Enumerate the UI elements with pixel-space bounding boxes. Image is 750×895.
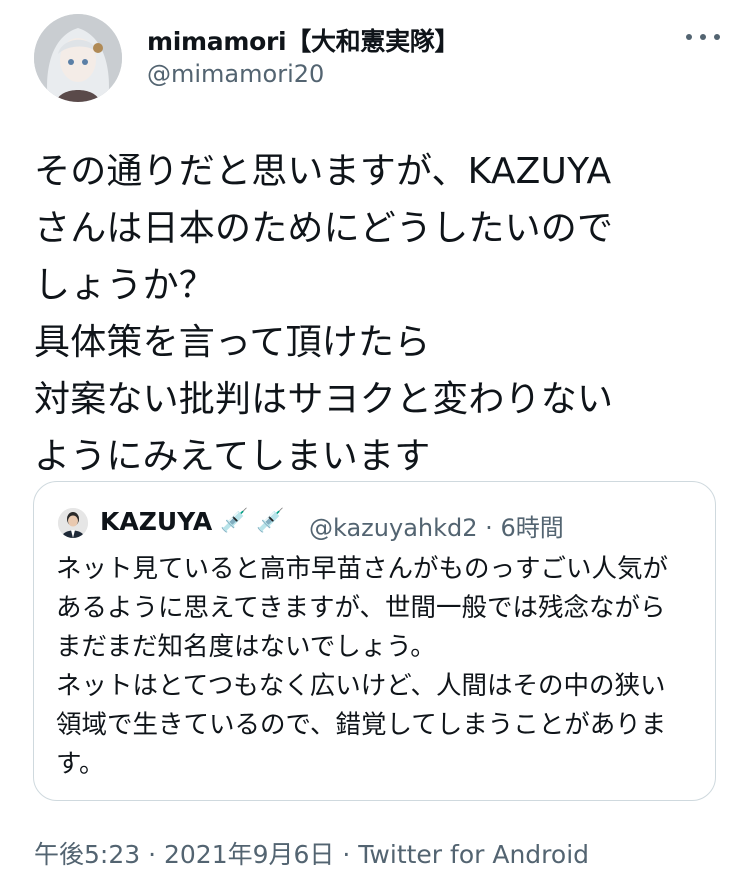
quoted-author-handle: @kazuyahkd2 xyxy=(309,514,478,542)
tweet-line: さんは日本のためにどうしたいので xyxy=(34,208,614,249)
quoted-author-avatar xyxy=(58,508,88,538)
more-dot xyxy=(686,34,692,40)
tweet-line: ようにみえてしまいます xyxy=(34,436,431,477)
author-handle[interactable]: @mimamori20 xyxy=(147,60,324,88)
quoted-line: まだまだ知名度はないでしょう。 xyxy=(56,632,436,662)
quoted-line: 領域で生きているので、錯覚してしまうことがありま xyxy=(56,710,667,740)
quoted-separator: · xyxy=(485,514,493,542)
tweet-footer: 午後5:23 · 2021年9月6日 · Twitter for Android xyxy=(34,835,589,871)
more-dot xyxy=(714,34,720,40)
quoted-meta: @kazuyahkd2 · 6時間 xyxy=(309,508,564,543)
quoted-line: ネットはとてつもなく広いけど、人間はその中の狭い xyxy=(56,671,666,701)
tweet-time[interactable]: 午後5:23 xyxy=(34,840,140,869)
tweet-line: 具体策を言って頂けたら xyxy=(34,322,431,363)
syringe-icon: 💉 xyxy=(256,508,285,534)
author-avatar[interactable] xyxy=(34,14,122,102)
quoted-time: 6時間 xyxy=(500,514,564,542)
footer-separator: · xyxy=(148,840,157,869)
tweet-line: その通りだと思いますが、KAZUYA xyxy=(34,151,612,192)
quoted-tweet[interactable]: KAZUYA 💉 💉 @kazuyahkd2 · 6時間 ネット見ていると高市早… xyxy=(33,481,716,801)
quoted-text: ネット見ていると高市早苗さんがものっすごい人気が あるように思えてきますが、世間… xyxy=(56,550,696,784)
more-options-icon[interactable] xyxy=(686,22,720,52)
more-dot xyxy=(700,34,706,40)
quoted-line: す。 xyxy=(56,749,105,779)
tweet-line: しょうか？ xyxy=(34,265,216,306)
syringe-icon: 💉 xyxy=(220,508,249,534)
quoted-author-name: KAZUYA xyxy=(100,507,213,536)
quoted-line: ネット見ていると高市早苗さんがものっすごい人気が xyxy=(56,554,669,584)
tweet-date[interactable]: 2021年9月6日 xyxy=(164,840,334,869)
tweet-text: その通りだと思いますが、KAZUYA さんは日本のためにどうしたいので しょうか… xyxy=(34,143,724,485)
tweet-line: 対案ない批判はサヨクと変わりない xyxy=(34,379,614,420)
tweet-source[interactable]: Twitter for Android xyxy=(358,840,589,869)
footer-separator: · xyxy=(342,840,351,869)
quoted-line: あるように思えてきますが、世間一般では残念ながら xyxy=(56,593,666,623)
author-display-name[interactable]: mimamori【大和憲実隊】 xyxy=(147,22,459,58)
